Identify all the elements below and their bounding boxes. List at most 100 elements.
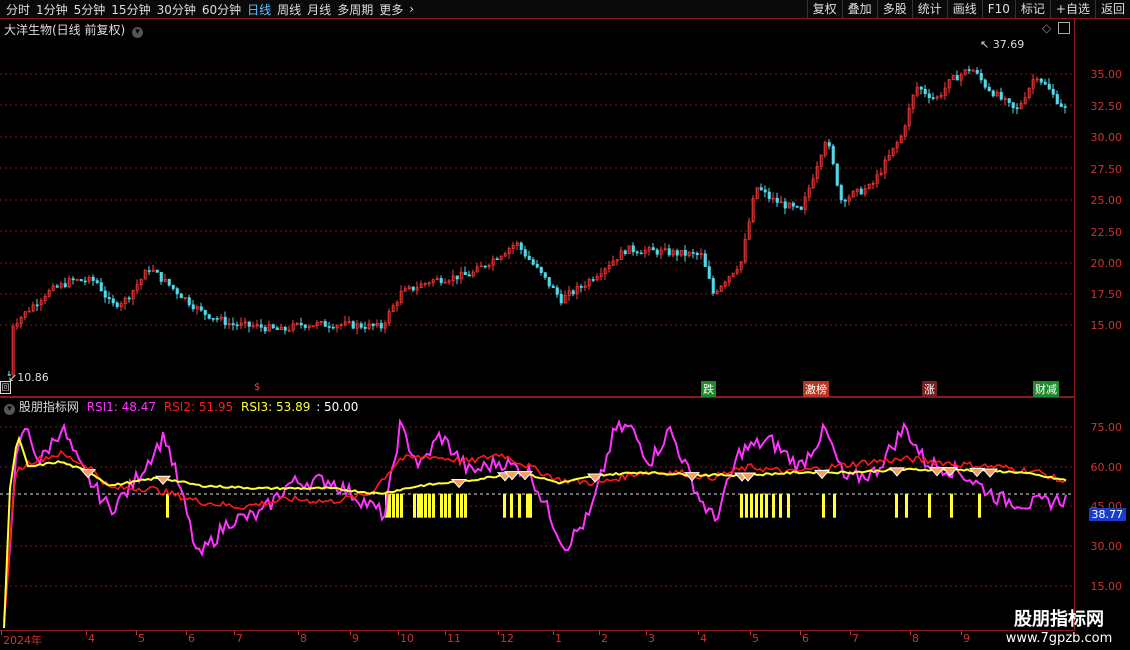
candlestick-chart[interactable] <box>0 19 1074 396</box>
candle-body <box>775 197 779 203</box>
candle-body <box>455 275 459 280</box>
period-15min[interactable]: 15分钟 <box>111 1 150 18</box>
overlay-button[interactable]: 叠加 <box>841 0 877 18</box>
candle-body <box>987 86 991 92</box>
date-label: 11 <box>447 632 461 645</box>
event-tag-rise[interactable]: 涨 <box>922 381 937 397</box>
candle-body <box>231 323 235 326</box>
signal-bar <box>392 493 395 518</box>
candle-body <box>95 280 99 283</box>
event-tag-hot-list[interactable]: 激榜 <box>803 381 829 397</box>
diamond-signal-icon <box>79 469 97 479</box>
period-30min[interactable]: 30分钟 <box>157 1 196 18</box>
date-tick <box>961 631 962 635</box>
tool-buttons: 复权 叠加 多股 统计 画线 F10 标记 +自选 返回 <box>806 0 1130 18</box>
signal-bar <box>424 493 427 518</box>
date-label: 8 <box>300 632 307 645</box>
candle-body <box>635 251 639 254</box>
candle-body <box>711 278 715 294</box>
f10-button[interactable]: F10 <box>981 0 1015 18</box>
diamond-signal-icon <box>968 467 986 478</box>
watermark-url: www.7gpzb.com <box>1005 631 1113 646</box>
candle-body <box>843 199 847 202</box>
current-value-badge: 38.77 <box>1088 508 1126 521</box>
indicator-tick: 15.00 <box>1090 580 1123 593</box>
candle-body <box>707 266 711 279</box>
candle-body <box>667 248 671 256</box>
event-marker-icon[interactable]: 回 <box>0 381 11 394</box>
date-label: 4 <box>88 632 95 645</box>
period-daily[interactable]: 日线 <box>247 1 271 18</box>
period-weekly[interactable]: 周线 <box>277 1 301 18</box>
signal-bar <box>388 493 391 518</box>
date-tick <box>136 631 137 635</box>
signal-bar <box>428 493 431 518</box>
candle-body <box>923 88 927 95</box>
date-tick <box>445 631 446 635</box>
candle-body <box>79 279 83 282</box>
candle-body <box>983 79 987 88</box>
candle-body <box>215 318 219 320</box>
candle-body <box>551 285 555 288</box>
date-label: 1 <box>555 632 562 645</box>
candle-body <box>1007 98 1011 103</box>
signal-bar <box>413 493 416 518</box>
candle-body <box>199 306 203 311</box>
candle-body <box>379 322 383 329</box>
candle-body <box>539 266 543 273</box>
period-monthly[interactable]: 月线 <box>307 1 331 18</box>
date-label: 8 <box>912 632 919 645</box>
period-5min[interactable]: 5分钟 <box>74 1 106 18</box>
price-tick: 15.00 <box>1090 319 1123 332</box>
signal-bar <box>448 493 451 518</box>
candle-body <box>91 276 95 281</box>
period-60min[interactable]: 60分钟 <box>202 1 241 18</box>
price-tick: 17.50 <box>1090 288 1123 301</box>
event-tag-finance-reduce[interactable]: 财减 <box>1033 381 1059 397</box>
candle-body <box>675 250 679 256</box>
site-watermark: 股朋指标网 www.7gpzb.com <box>994 605 1124 646</box>
candle-body <box>623 250 627 255</box>
candle-body <box>1011 102 1015 109</box>
date-tick <box>698 631 699 635</box>
candle-body <box>1047 83 1051 90</box>
rsi-indicator-chart[interactable] <box>0 397 1074 630</box>
add-watchlist-button[interactable]: +自选 <box>1049 0 1095 18</box>
candle-body <box>303 324 307 328</box>
candle-body <box>759 187 763 191</box>
candle-body <box>359 323 363 328</box>
mark-button[interactable]: 标记 <box>1014 0 1050 18</box>
date-tick <box>398 631 399 635</box>
diamond-signal-icon <box>450 479 468 489</box>
candle-body <box>999 91 1003 100</box>
candle-body <box>191 304 195 310</box>
period-1min[interactable]: 1分钟 <box>36 1 68 18</box>
candle-body <box>783 201 787 209</box>
diamond-signal-icon <box>888 467 906 477</box>
chevron-right-icon[interactable]: › <box>409 2 414 16</box>
date-label: 7 <box>852 632 859 645</box>
candle-body <box>147 270 151 272</box>
restore-rights-button[interactable]: 复权 <box>806 0 842 18</box>
period-intraday[interactable]: 分时 <box>6 1 30 18</box>
candle-body <box>35 304 39 307</box>
statistics-button[interactable]: 统计 <box>911 0 947 18</box>
price-tick: 22.50 <box>1090 226 1123 239</box>
candle-body <box>927 93 931 98</box>
date-tick <box>800 631 801 635</box>
candle-body <box>271 324 275 329</box>
date-label: 6 <box>802 632 809 645</box>
event-tag-fall[interactable]: 跌 <box>701 381 716 397</box>
candle-body <box>439 278 443 284</box>
signal-bar <box>779 493 782 518</box>
candle-body <box>463 271 467 276</box>
period-more[interactable]: 更多 <box>379 1 403 18</box>
candle-body <box>351 321 355 329</box>
period-multi[interactable]: 多周期 <box>337 1 373 18</box>
back-button[interactable]: 返回 <box>1094 0 1130 18</box>
candle-body <box>795 205 799 208</box>
signal-bar <box>750 493 753 518</box>
dividend-marker-icon[interactable]: $ <box>254 382 260 393</box>
multi-stock-button[interactable]: 多股 <box>876 0 912 18</box>
draw-line-button[interactable]: 画线 <box>946 0 982 18</box>
